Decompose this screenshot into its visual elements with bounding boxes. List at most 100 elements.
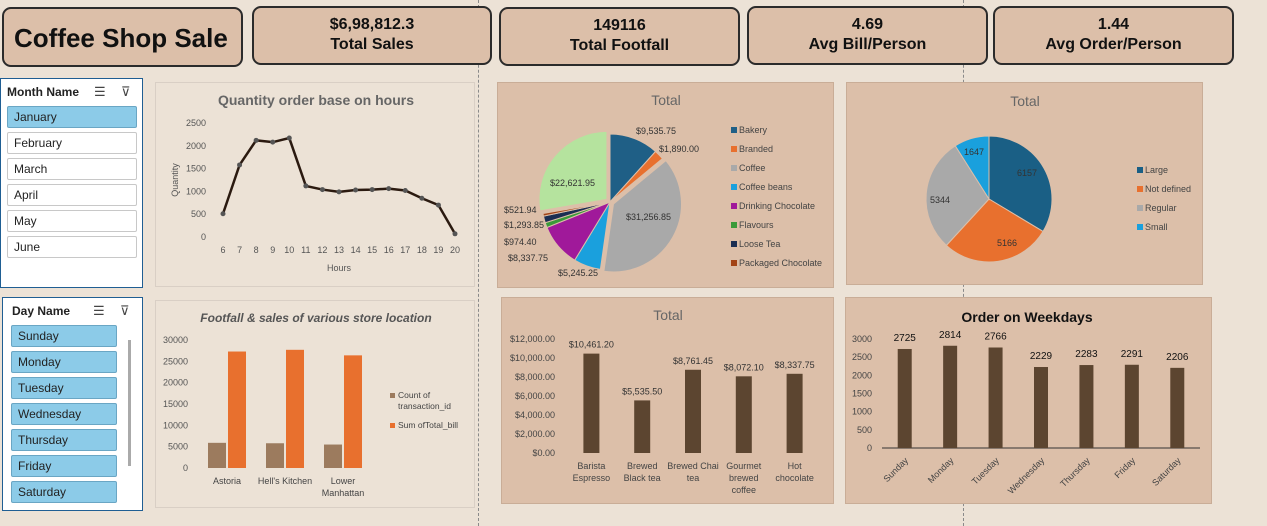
data-label: 2291: [1121, 349, 1144, 360]
month-slicer: Month Name ☰ ⊽ January February March April…: [0, 78, 143, 288]
x-tick-label: Sunday: [881, 455, 910, 484]
y-tick-label: $8,000.00: [515, 372, 555, 382]
legend-swatch: [390, 393, 395, 398]
slicer-item-january[interactable]: January: [7, 106, 137, 128]
slicer-item-april[interactable]: April: [7, 184, 137, 206]
x-tick-label: 6: [220, 245, 225, 255]
bar: [1170, 367, 1185, 448]
x-tick-label: Brewed Chai: [667, 461, 719, 471]
legend-swatch: [390, 423, 395, 428]
data-point: [353, 187, 359, 193]
chart-title: Total: [651, 92, 681, 108]
kpi-total-footfall: 149116 Total Footfall: [499, 7, 740, 66]
bar-count: [266, 443, 284, 468]
x-tick-label: 15: [367, 245, 377, 255]
kpi-value: 149116: [593, 17, 646, 34]
kpi-label: Total Sales: [330, 36, 414, 53]
slicer-item-sunday[interactable]: Sunday: [11, 325, 117, 347]
chart-title: Order on Weekdays: [961, 309, 1092, 325]
chart-title: Total: [1010, 93, 1040, 109]
x-axis-label: Hours: [327, 263, 352, 273]
dashboard-title: Coffee Shop Sale: [14, 23, 228, 53]
x-tick-label: Hell's Kitchen: [258, 476, 312, 486]
product-bar-panel: Total $0.00 $2,000.00 $4,000.00 $6,000.00 $8,…: [501, 297, 834, 504]
y-tick-label: $4,000.00: [515, 410, 555, 420]
data-label: 2725: [894, 333, 917, 344]
kpi-value: 1.44: [1097, 16, 1130, 33]
slicer-item-monday[interactable]: Monday: [11, 351, 117, 373]
legend-label: Flavours: [739, 220, 774, 230]
y-tick-label: 5000: [168, 442, 188, 452]
day-slicer: Day Name ☰ ⊽ Sunday Monday Tuesday Wednesda…: [2, 297, 143, 511]
bar-count: [208, 442, 226, 468]
bar: [685, 369, 701, 453]
slicer-item-june[interactable]: June: [7, 236, 137, 258]
data-point: [369, 187, 375, 193]
data-label: 5166: [997, 238, 1017, 248]
legend-swatch: [731, 165, 737, 171]
y-tick-label: 1000: [852, 407, 872, 417]
month-slicer-header: Month Name: [7, 85, 79, 99]
data-label: $1,890.00: [659, 144, 699, 154]
x-tick-label: Hot: [788, 461, 803, 471]
data-label: 2283: [1075, 349, 1098, 360]
y-tick-label: $10,000.00: [510, 353, 555, 363]
x-tick-label: 14: [351, 245, 361, 255]
y-tick-label: 10000: [163, 420, 188, 430]
legend-swatch: [731, 146, 737, 152]
clear-filter-icon[interactable]: ⊽: [121, 84, 131, 100]
data-point: [319, 187, 325, 193]
data-point: [237, 162, 243, 168]
slicer-item-thursday[interactable]: Thursday: [11, 429, 117, 451]
x-tick-label: Espresso: [573, 473, 611, 483]
clear-filter-icon[interactable]: ⊽: [120, 303, 130, 319]
day-slicer-scrollbar[interactable]: [128, 340, 131, 466]
series-line: [221, 136, 457, 235]
slicer-item-wednesday[interactable]: Wednesday: [11, 403, 117, 425]
x-tick-label: Friday: [1113, 455, 1138, 480]
slicer-item-friday[interactable]: Friday: [11, 455, 117, 477]
data-label: 6157: [1017, 168, 1037, 178]
x-tick-label: Monday: [926, 455, 956, 485]
kpi-label: Avg Bill/Person: [808, 36, 927, 53]
legend-label: Regular: [1145, 203, 1177, 213]
y-tick-label: 0: [201, 232, 206, 242]
category-pie-panel: Total $9,535.75 $1,890.00 $31,256.85 $5,245.…: [497, 82, 834, 288]
legend-label: Packaged Chocolate: [739, 258, 822, 268]
data-point: [386, 186, 392, 192]
multi-select-icon[interactable]: ☰: [94, 84, 106, 100]
x-tick-label: Barista: [577, 461, 605, 471]
legend-swatch: [731, 241, 737, 247]
y-tick-label: $0.00: [532, 448, 555, 458]
size-pie-panel: Total 6157 5166 5344 1647 Large Not defined Reg…: [846, 82, 1203, 285]
x-tick-label: 20: [450, 245, 460, 255]
legend-label: Large: [1145, 165, 1168, 175]
legend-swatch: [1137, 167, 1143, 173]
bar: [1034, 367, 1048, 448]
x-tick-label: Wednesday: [1006, 455, 1047, 496]
legend-label: Drinking Chocolate: [739, 201, 815, 211]
slicer-item-march[interactable]: March: [7, 158, 137, 180]
x-tick-label: 12: [317, 245, 327, 255]
chart-title: Quantity order base on hours: [218, 92, 414, 108]
y-tick-label: 2500: [852, 352, 872, 362]
store-chart-panel: Footfall & sales of various store locati…: [155, 300, 475, 508]
data-label: $8,761.45: [673, 356, 713, 366]
x-tick-label: chocolate: [775, 473, 814, 483]
data-label: $9,535.75: [636, 126, 676, 136]
kpi-value: 4.69: [851, 16, 884, 33]
data-point: [435, 202, 441, 208]
data-label: 2814: [939, 330, 962, 341]
y-tick-label: 25000: [163, 356, 188, 366]
data-label: $8,337.75: [775, 360, 815, 370]
data-label: $974.40: [504, 237, 537, 247]
data-label: 5344: [930, 195, 950, 205]
slicer-item-saturday[interactable]: Saturday: [11, 481, 117, 503]
data-point: [452, 231, 458, 237]
slicer-item-may[interactable]: May: [7, 210, 137, 232]
slicer-item-february[interactable]: February: [7, 132, 137, 154]
slicer-item-tuesday[interactable]: Tuesday: [11, 377, 117, 399]
x-tick-label: 18: [417, 245, 427, 255]
data-point: [286, 135, 292, 141]
multi-select-icon[interactable]: ☰: [93, 303, 105, 319]
